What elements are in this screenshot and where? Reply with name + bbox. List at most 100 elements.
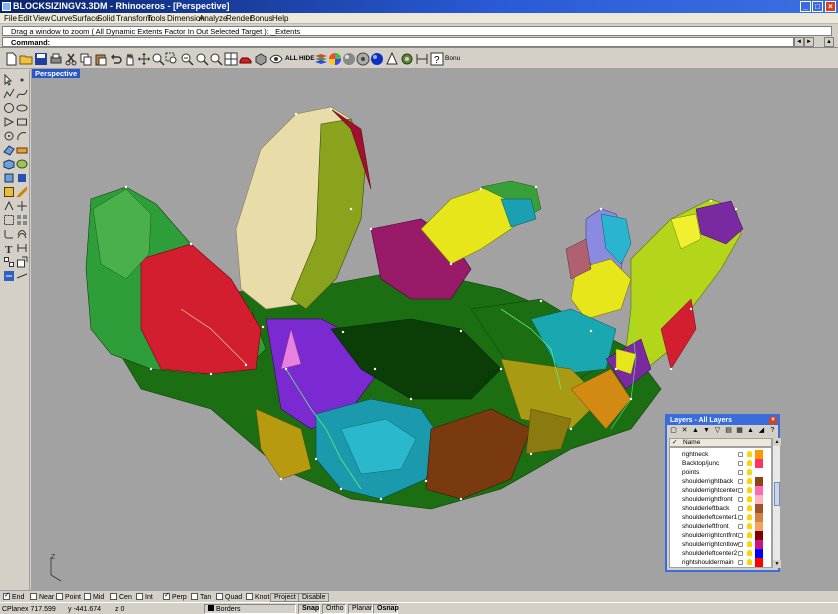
scroll-up-button[interactable]: ▲ [824,37,834,47]
scroll-down-arrow-icon[interactable]: ▼ [773,560,781,568]
checkbox-icon[interactable] [56,593,63,600]
light-cone-icon[interactable] [385,51,399,66]
lightbulb-icon[interactable] [747,550,752,556]
lock-icon[interactable] [738,515,743,520]
curve-icon[interactable] [16,88,28,100]
render-settings-icon[interactable] [356,52,370,66]
paste-icon[interactable] [94,52,108,66]
copy-icon[interactable] [79,52,93,66]
lightbulb-icon[interactable] [747,460,752,466]
render-car-icon[interactable] [239,52,253,66]
layer-color-swatch[interactable] [755,513,763,522]
planar-toggle[interactable]: Planar [348,604,373,614]
dimension-tool-icon[interactable] [415,52,429,66]
save-icon[interactable] [34,52,48,66]
lock-icon[interactable] [738,497,743,502]
polygon-icon[interactable] [3,116,15,128]
osnap-end[interactable]: End [3,591,24,602]
lightbulb-icon[interactable] [747,532,752,538]
layers-close-button[interactable]: × [769,417,777,424]
color-wheel-icon[interactable] [328,52,342,66]
layer-color-swatch[interactable] [755,531,763,540]
layer-row[interactable]: shoulderrightcntfrnt [670,531,771,540]
circle-point-icon[interactable] [3,130,15,142]
print-icon[interactable] [49,52,63,66]
polyline-icon[interactable] [3,88,15,100]
distance-icon[interactable] [16,270,28,282]
lock-icon[interactable] [738,470,743,475]
menu-render[interactable]: Render [226,14,252,23]
checkbox-icon[interactable] [3,591,10,600]
scroll-up-arrow-icon[interactable]: ▲ [773,438,781,446]
layers-check-column[interactable]: ✓ [672,439,677,446]
command-line[interactable]: Command: [2,37,794,47]
revolve-icon[interactable] [16,158,28,170]
zoom-selected-icon[interactable] [195,52,209,66]
layer-color-swatch[interactable] [755,549,763,558]
osnap-point[interactable]: Point [56,593,81,602]
layer-color-swatch[interactable] [755,540,763,549]
layer-row[interactable]: shoulderrightback [670,477,771,486]
filter-icon[interactable]: ▽ [713,426,722,435]
layer-row[interactable]: shoulderrightcenter [670,486,771,495]
show-objects-icon[interactable] [269,52,283,66]
box-solid-icon[interactable] [3,158,15,170]
menu-edit[interactable]: Edit [18,14,32,23]
osnap-toggle[interactable]: Osnap [373,604,399,614]
osnap-quad[interactable]: Quad [216,593,242,602]
help-icon[interactable]: ? [430,52,444,66]
transform-icon[interactable] [3,256,15,268]
menu-bonus[interactable]: Bonus [250,14,273,23]
ellipse-icon[interactable] [16,102,28,114]
scale-icon[interactable] [16,256,28,268]
split-icon[interactable] [3,200,15,212]
material-sphere-icon[interactable] [342,52,356,66]
layers-name-column[interactable]: Name [683,439,700,446]
array-icon[interactable] [16,214,28,226]
circle-icon[interactable] [3,102,15,114]
lightbulb-icon[interactable] [747,469,752,475]
render-sphere-icon[interactable] [370,52,384,66]
lock-icon[interactable] [738,488,743,493]
scroll-left-button[interactable]: ◄ [794,37,804,47]
layer-color-swatch[interactable] [755,477,763,486]
menu-file[interactable]: File [4,14,17,23]
rhino-app-icon[interactable] [2,2,11,11]
layer-color-swatch[interactable] [755,459,763,468]
checkbox-icon[interactable] [216,593,223,600]
mesh-icon[interactable] [3,186,15,198]
extrude-icon[interactable] [16,172,28,184]
lightbulb-icon[interactable] [747,496,752,502]
osnap-tan[interactable]: Tan [191,593,211,602]
text-icon[interactable]: T [3,242,15,256]
lightbulb-icon[interactable] [747,487,752,493]
dimension-icon[interactable] [16,242,28,254]
layer-list-icon[interactable]: ▤ [724,426,733,435]
bonus-tools-button[interactable]: Bonu [445,54,460,64]
lightbulb-icon[interactable] [747,451,752,457]
layer-row[interactable]: shoulderrightfront [670,495,771,504]
osnap-knot[interactable]: Knot [246,593,269,602]
layer-tools-icon[interactable]: ◢ [757,426,766,435]
checkbox-icon[interactable] [30,593,37,600]
scroll-thumb[interactable] [774,482,780,506]
osnap-near[interactable]: Near [30,593,54,602]
layer-row[interactable]: Backtop/junc [670,459,771,468]
layer-row[interactable]: rightshouldermain [670,558,771,567]
close-button[interactable]: × [825,1,836,12]
boolean-icon[interactable] [16,186,28,198]
zoom-extents-icon[interactable] [180,52,194,66]
layer-color-swatch[interactable] [755,558,763,567]
trim-icon[interactable] [16,200,28,212]
project-toggle[interactable]: Project [270,593,300,602]
checkbox-icon[interactable] [163,591,170,600]
arc-icon[interactable] [16,130,28,142]
show-all-button[interactable]: ALL [285,54,298,64]
layers-scrollbar[interactable]: ▲ ▼ [772,438,781,568]
layer-row[interactable]: shoulderleftback [670,504,771,513]
lock-icon[interactable] [738,452,743,457]
rectangle-icon[interactable] [16,116,28,128]
zoom-all-icon[interactable] [209,52,223,66]
menu-surface[interactable]: Surface [72,14,100,23]
checkbox-icon[interactable] [246,593,253,600]
